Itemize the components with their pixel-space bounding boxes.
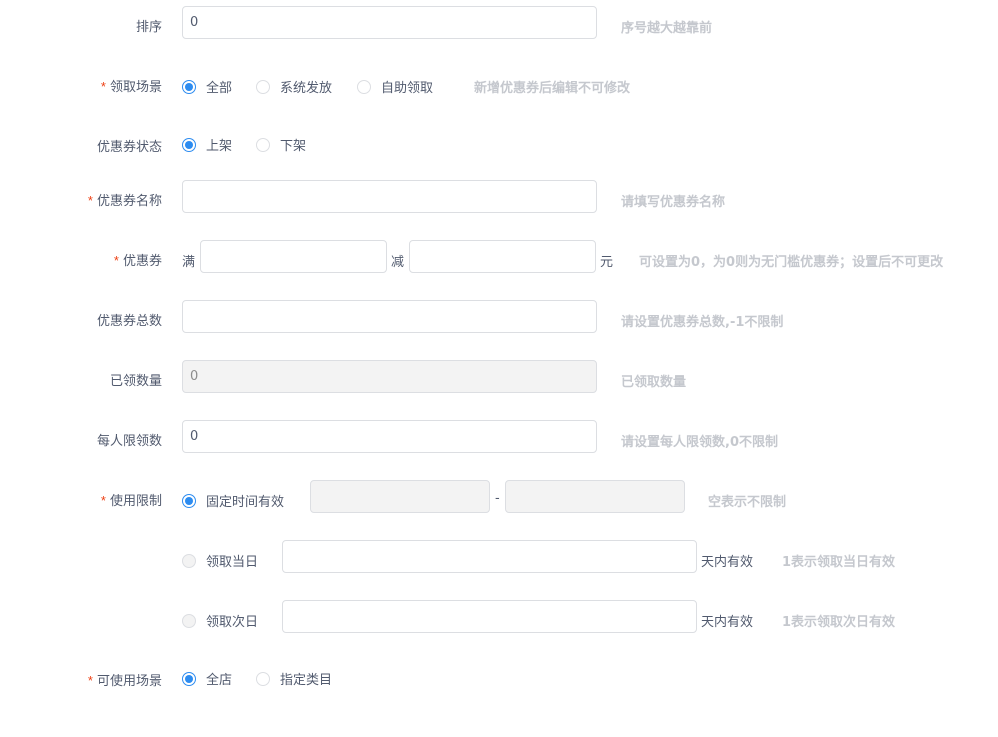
- same-day-input[interactable]: [282, 540, 697, 573]
- coupon-minus-label: 减: [391, 255, 405, 270]
- coupon-status-radio-off[interactable]: 下架: [256, 135, 306, 154]
- per-person-limit-input[interactable]: [182, 420, 597, 453]
- radio-unchecked-icon: [357, 79, 371, 94]
- sort-hint: 序号越大越靠前: [621, 21, 713, 36]
- fixed-time-start-input[interactable]: [310, 480, 490, 513]
- receive-scene-label: * 领取场景: [100, 79, 162, 95]
- next-day-hint: 1表示领取次日有效: [782, 615, 896, 630]
- coupon-label: * 优惠券: [113, 253, 162, 269]
- radio-unchecked-icon: [256, 671, 270, 686]
- per-person-limit-hint: 请设置每人限领数,0不限制: [621, 435, 778, 450]
- fixed-time-separator: -: [495, 491, 500, 506]
- same-day-suffix: 天内有效: [701, 555, 754, 570]
- sort-input[interactable]: [182, 6, 597, 39]
- fixed-time-hint: 空表示不限制: [708, 495, 787, 510]
- radio-unchecked-icon: [256, 79, 270, 94]
- per-person-limit-label: 每人限领数: [96, 434, 162, 449]
- radio-unchecked-icon: [256, 137, 270, 152]
- radio-unchecked-icon: [182, 553, 196, 568]
- radio-checked-icon: [182, 79, 196, 94]
- receive-scene-hint: 新增优惠券后编辑不可修改: [474, 81, 631, 96]
- coupon-full-label: 满: [182, 255, 196, 270]
- usable-scene-label: * 可使用场景: [87, 673, 162, 689]
- coupon-name-input[interactable]: [182, 180, 597, 213]
- usage-limit-radio-fixed[interactable]: 固定时间有效: [182, 491, 284, 510]
- coupon-unit: 元: [600, 255, 614, 270]
- next-day-input[interactable]: [282, 600, 697, 633]
- receive-scene-radio-self[interactable]: 自助领取: [357, 77, 433, 96]
- received-count-label: 已领数量: [109, 374, 162, 389]
- usable-scene-radio-all-store[interactable]: 全店: [182, 669, 232, 688]
- coupon-name-label: * 优惠券名称: [87, 193, 162, 209]
- received-count-input: [182, 360, 597, 393]
- coupon-total-label: 优惠券总数: [96, 314, 162, 329]
- next-day-suffix: 天内有效: [701, 615, 754, 630]
- receive-scene-radio-system[interactable]: 系统发放: [256, 77, 332, 96]
- same-day-hint: 1表示领取当日有效: [782, 555, 896, 570]
- radio-checked-icon: [182, 137, 196, 152]
- fixed-time-end-input[interactable]: [505, 480, 685, 513]
- coupon-name-hint: 请填写优惠券名称: [621, 195, 726, 210]
- received-count-hint: 已领取数量: [621, 375, 687, 390]
- usage-limit-radio-next-day[interactable]: 领取次日: [182, 611, 258, 630]
- radio-unchecked-icon: [182, 613, 196, 628]
- radio-checked-icon: [182, 671, 196, 686]
- coupon-full-input[interactable]: [200, 240, 387, 273]
- coupon-status-label: 优惠券状态: [96, 140, 162, 155]
- coupon-status-radio-on[interactable]: 上架: [182, 135, 232, 154]
- sort-label: 排序: [135, 20, 162, 35]
- receive-scene-radio-all[interactable]: 全部: [182, 77, 232, 96]
- coupon-total-input[interactable]: [182, 300, 597, 333]
- coupon-hint: 可设置为0，为0则为无门槛优惠券；设置后不可更改: [639, 255, 944, 270]
- radio-checked-icon: [182, 493, 196, 508]
- usable-scene-radio-category[interactable]: 指定类目: [256, 669, 332, 688]
- usage-limit-label: * 使用限制: [100, 493, 162, 509]
- coupon-minus-input[interactable]: [409, 240, 596, 273]
- usage-limit-radio-same-day[interactable]: 领取当日: [182, 551, 258, 570]
- coupon-total-hint: 请设置优惠券总数,-1不限制: [621, 315, 784, 330]
